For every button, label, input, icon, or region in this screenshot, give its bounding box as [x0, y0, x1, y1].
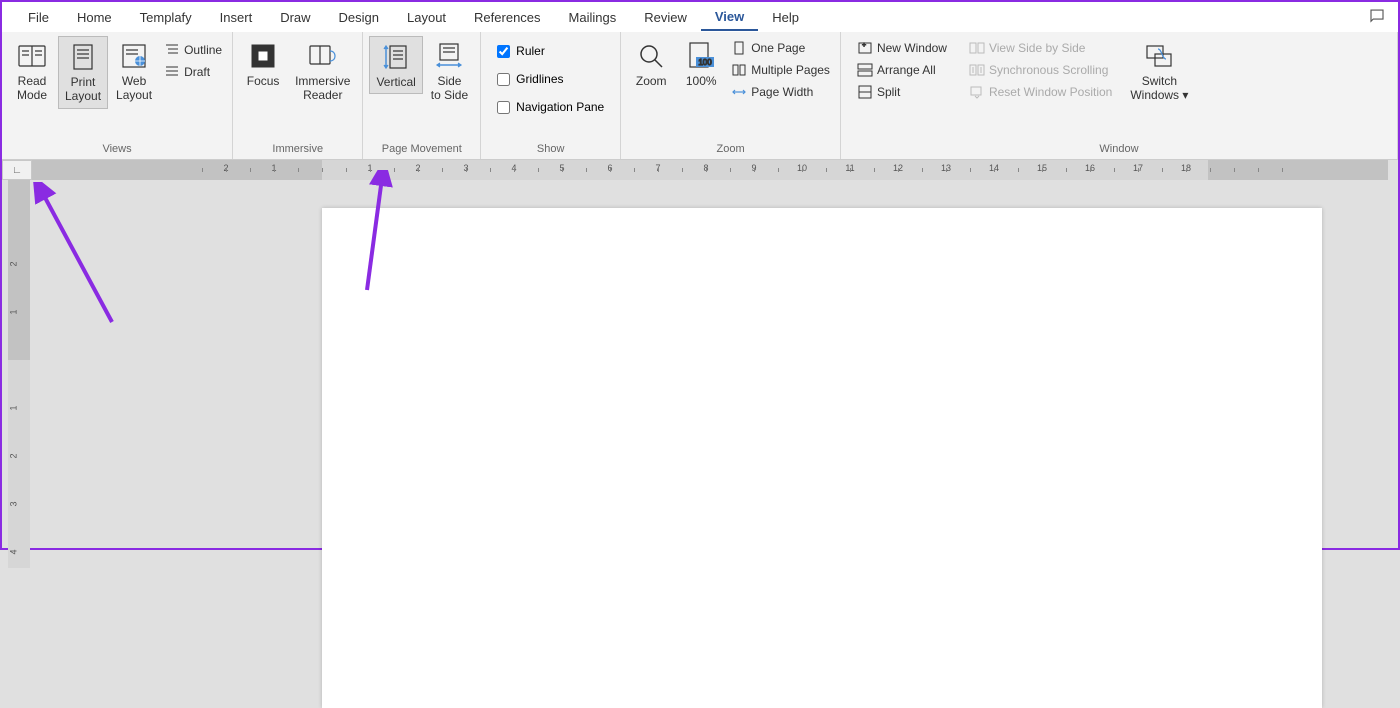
menu-home[interactable]: Home	[63, 5, 126, 30]
arrange-all-icon	[857, 62, 873, 78]
navpane-checkbox-input[interactable]	[497, 101, 510, 114]
svg-text:+: +	[862, 42, 866, 49]
web-layout-button[interactable]: Web Layout	[110, 36, 158, 107]
page-100-icon: 100	[685, 40, 717, 72]
group-page-movement: Vertical Side to Side Page Movement	[363, 32, 481, 159]
multiple-pages-icon	[731, 62, 747, 78]
new-window-button[interactable]: + New Window	[853, 38, 951, 58]
navigation-pane-checkbox[interactable]: Navigation Pane	[493, 96, 608, 118]
sync-scrolling-button: Synchronous Scrolling	[965, 60, 1116, 80]
print-layout-button[interactable]: Print Layout	[58, 36, 108, 109]
magnifier-icon	[635, 40, 667, 72]
outline-button[interactable]: Outline	[160, 40, 226, 60]
svg-text:100: 100	[699, 58, 713, 67]
menu-layout[interactable]: Layout	[393, 5, 460, 30]
focus-icon	[247, 40, 279, 72]
ruler-checkbox[interactable]: Ruler	[493, 40, 608, 62]
split-button[interactable]: Split	[853, 82, 951, 102]
multiple-pages-button[interactable]: Multiple Pages	[727, 60, 834, 80]
draft-button[interactable]: Draft	[160, 62, 226, 82]
sync-scroll-icon	[969, 62, 985, 78]
group-immersive: Focus Immersive Reader Immersive	[233, 32, 363, 159]
immersive-reader-icon	[307, 40, 339, 72]
document-area: ∟ 21123456789101112131415161718 211234	[2, 160, 1398, 548]
horizontal-ruler[interactable]: 21123456789101112131415161718	[32, 160, 1388, 180]
one-page-icon	[731, 40, 747, 56]
page-icon	[67, 41, 99, 73]
side-to-side-button[interactable]: Side to Side	[425, 36, 474, 107]
ruler-checkbox-input[interactable]	[497, 45, 510, 58]
horizontal-scroll-icon	[433, 40, 465, 72]
focus-button[interactable]: Focus	[239, 36, 287, 92]
menu-insert[interactable]: Insert	[206, 5, 267, 30]
menu-help[interactable]: Help	[758, 5, 813, 30]
group-show: Ruler Gridlines Navigation Pane Show	[481, 32, 621, 159]
view-side-by-side-button: View Side by Side	[965, 38, 1116, 58]
one-page-button[interactable]: One Page	[727, 38, 834, 58]
draft-icon	[164, 64, 180, 80]
ruler-corner[interactable]: ∟	[2, 160, 32, 180]
side-by-side-icon	[969, 40, 985, 56]
menu-templafy[interactable]: Templafy	[126, 5, 206, 30]
menubar: File Home Templafy Insert Draw Design La…	[2, 2, 1398, 32]
page-width-button[interactable]: Page Width	[727, 82, 834, 102]
zoom-100-button[interactable]: 100 100%	[677, 36, 725, 92]
outline-icon	[164, 42, 180, 58]
web-page-icon	[118, 40, 150, 72]
gridlines-checkbox-input[interactable]	[497, 73, 510, 86]
read-mode-button[interactable]: Read Mode	[8, 36, 56, 107]
new-window-icon: +	[857, 40, 873, 56]
ribbon-view: Read Mode Print Layout Web Layout	[2, 32, 1398, 160]
vertical-ruler[interactable]: 211234	[8, 180, 30, 568]
menu-mailings[interactable]: Mailings	[555, 5, 631, 30]
vertical-scroll-icon	[380, 41, 412, 73]
group-window: + New Window Arrange All Split	[841, 32, 1398, 159]
page-width-icon	[731, 84, 747, 100]
reset-position-icon	[969, 84, 985, 100]
menu-view[interactable]: View	[701, 4, 758, 31]
group-zoom: Zoom 100 100% One Page	[621, 32, 841, 159]
document-page[interactable]	[322, 208, 1322, 708]
immersive-reader-button[interactable]: Immersive Reader	[289, 36, 356, 107]
book-icon	[16, 40, 48, 72]
chevron-down-icon: ▾	[1182, 88, 1188, 102]
reset-window-position-button: Reset Window Position	[965, 82, 1116, 102]
switch-windows-button[interactable]: Switch Windows ▾	[1124, 36, 1194, 107]
switch-windows-icon	[1143, 40, 1175, 72]
vertical-button[interactable]: Vertical	[369, 36, 422, 94]
menu-file[interactable]: File	[14, 5, 63, 30]
menu-review[interactable]: Review	[630, 5, 701, 30]
menu-draw[interactable]: Draw	[266, 5, 324, 30]
zoom-button[interactable]: Zoom	[627, 36, 675, 92]
comment-icon[interactable]	[1368, 7, 1386, 28]
gridlines-checkbox[interactable]: Gridlines	[493, 68, 608, 90]
group-views: Read Mode Print Layout Web Layout	[2, 32, 233, 159]
split-icon	[857, 84, 873, 100]
menu-references[interactable]: References	[460, 5, 554, 30]
menu-design[interactable]: Design	[325, 5, 393, 30]
arrange-all-button[interactable]: Arrange All	[853, 60, 951, 80]
